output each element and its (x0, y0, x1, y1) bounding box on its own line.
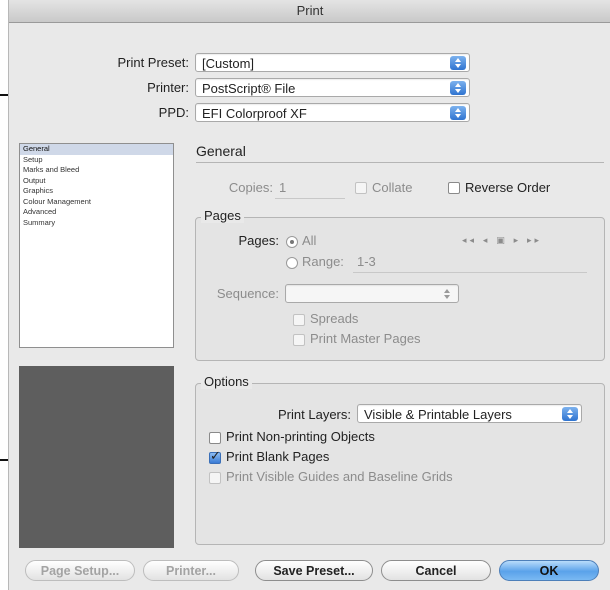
options-group-title: Options (201, 374, 252, 389)
pages-range-radio[interactable] (286, 257, 298, 269)
category-general[interactable]: General (20, 144, 173, 155)
window-title: Print (9, 0, 610, 23)
category-marks-and-bleed[interactable]: Marks and Bleed (20, 165, 173, 176)
print-nonprinting-label: Print Non-printing Objects (226, 429, 375, 444)
print-guides-checkbox[interactable] (209, 472, 221, 484)
sequence-popup[interactable] (285, 284, 459, 303)
printer-button[interactable]: Printer... (143, 560, 239, 581)
print-nonprinting-checkbox[interactable] (209, 432, 221, 444)
page-navigation-icons[interactable]: ◂◂ ◂ ▣ ▸ ▸▸ (462, 236, 542, 246)
save-preset-button[interactable]: Save Preset... (255, 560, 373, 581)
print-dialog: Print Print Preset: [Custom] Printer: Po… (8, 0, 610, 590)
category-summary[interactable]: Summary (20, 218, 173, 229)
copies-label: Copies: (228, 180, 273, 195)
ppd-value: EFI Colorproof XF (202, 106, 307, 121)
pages-group-title: Pages (201, 208, 244, 223)
sequence-label: Sequence: (216, 286, 279, 301)
pages-range-label: Range: (302, 254, 344, 269)
print-master-pages-label: Print Master Pages (310, 331, 421, 346)
printer-popup[interactable]: PostScript® File (195, 78, 470, 97)
range-underline (353, 254, 587, 273)
popup-stepper-icon (450, 81, 466, 95)
print-master-pages-checkbox[interactable] (293, 334, 305, 346)
pages-all-label: All (302, 233, 317, 248)
collate-label: Collate (372, 180, 413, 195)
page-preview (19, 366, 174, 548)
pages-all-radio[interactable] (286, 236, 298, 248)
print-blank-pages-checkbox[interactable] (209, 449, 221, 464)
category-output[interactable]: Output (20, 176, 173, 187)
ok-button[interactable]: OK (499, 560, 599, 581)
popup-stepper-icon (439, 287, 455, 301)
print-layers-popup[interactable]: Visible & Printable Layers (357, 404, 582, 423)
print-blank-pages-label: Print Blank Pages (226, 449, 330, 464)
print-guides-label: Print Visible Guides and Baseline Grids (226, 469, 453, 484)
ppd-popup[interactable]: EFI Colorproof XF (195, 103, 470, 122)
print-preset-value: [Custom] (202, 56, 255, 71)
reverse-order-checkbox[interactable] (448, 182, 460, 194)
general-title: General (196, 143, 246, 159)
popup-stepper-icon (450, 106, 466, 120)
print-layers-value: Visible & Printable Layers (364, 407, 512, 422)
general-divider (196, 162, 604, 163)
category-advanced[interactable]: Advanced (20, 207, 173, 218)
ppd-label: PPD: (158, 105, 189, 120)
reverse-order-label: Reverse Order (465, 180, 551, 195)
collate-checkbox[interactable] (355, 182, 367, 194)
popup-stepper-icon (450, 56, 466, 70)
print-preset-label: Print Preset: (117, 55, 189, 70)
page-setup-button[interactable]: Page Setup... (25, 560, 135, 581)
popup-stepper-icon (562, 407, 578, 421)
print-preset-popup[interactable]: [Custom] (195, 53, 470, 72)
printer-value: PostScript® File (202, 81, 296, 96)
category-list: General Setup Marks and Bleed Output Gra… (19, 143, 174, 348)
cancel-button[interactable]: Cancel (381, 560, 491, 581)
printer-label: Printer: (147, 80, 189, 95)
copies-underline (275, 180, 345, 199)
category-setup[interactable]: Setup (20, 155, 173, 166)
print-layers-label: Print Layers: (278, 407, 351, 422)
spreads-label: Spreads (310, 311, 359, 326)
category-graphics[interactable]: Graphics (20, 186, 173, 197)
category-colour-management[interactable]: Colour Management (20, 197, 173, 208)
spreads-checkbox[interactable] (293, 314, 305, 326)
pages-label: Pages: (238, 233, 279, 248)
